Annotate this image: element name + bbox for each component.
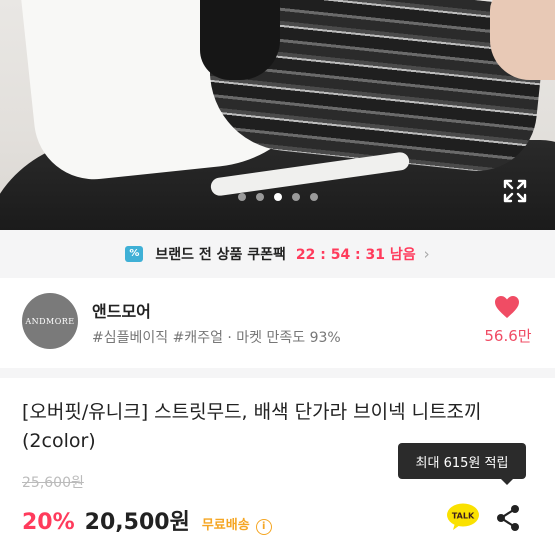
seller-avatar-logo: ANDMORE <box>25 316 75 326</box>
section-divider <box>0 368 555 378</box>
seller-tags: #심플베이직 #캐주얼 · 마켓 만족도 93% <box>92 330 341 346</box>
points-tooltip: 최대 615원 적립 <box>398 443 526 485</box>
sale-price: 20,500원 <box>84 510 190 535</box>
kakao-talk-label: TALK <box>452 512 475 521</box>
gallery-dot[interactable] <box>291 193 300 201</box>
share-icon[interactable] <box>495 504 521 532</box>
gallery-dot[interactable] <box>309 193 318 201</box>
product-photo-hair <box>200 0 280 80</box>
chevron-right-icon: › <box>423 245 430 263</box>
like-count: 56.6만 <box>484 327 532 345</box>
coupon-label: 브랜드 전 상품 쿠폰팩 <box>155 247 286 263</box>
seller-avatar[interactable]: ANDMORE <box>22 293 78 349</box>
original-price: 25,600원 <box>22 475 84 491</box>
coupon-timer: 22 : 54 : 31 남음 <box>295 247 416 263</box>
info-icon[interactable]: i <box>255 519 272 535</box>
gallery-dot[interactable] <box>237 193 246 201</box>
product-image-gallery[interactable] <box>0 0 555 230</box>
price-row: 20% 20,500원 무료배송 i <box>22 504 272 536</box>
expand-icon[interactable] <box>502 178 528 204</box>
gallery-pagination <box>0 193 555 201</box>
coupon-banner[interactable]: 브랜드 전 상품 쿠폰팩 22 : 54 : 31 남음 › <box>0 230 555 278</box>
coupon-icon <box>125 246 144 262</box>
seller-section[interactable]: ANDMORE 앤드모어 #심플베이직 #캐주얼 · 마켓 만족도 93% 56… <box>0 278 555 368</box>
free-shipping-label: 무료배송 <box>201 518 250 533</box>
kakao-talk-icon[interactable]: TALK <box>446 503 480 531</box>
gallery-dot-active[interactable] <box>273 193 282 201</box>
seller-name[interactable]: 앤드모어 <box>92 298 151 322</box>
gallery-dot[interactable] <box>255 193 264 201</box>
discount-rate: 20% <box>22 510 75 535</box>
heart-icon[interactable] <box>494 295 520 319</box>
